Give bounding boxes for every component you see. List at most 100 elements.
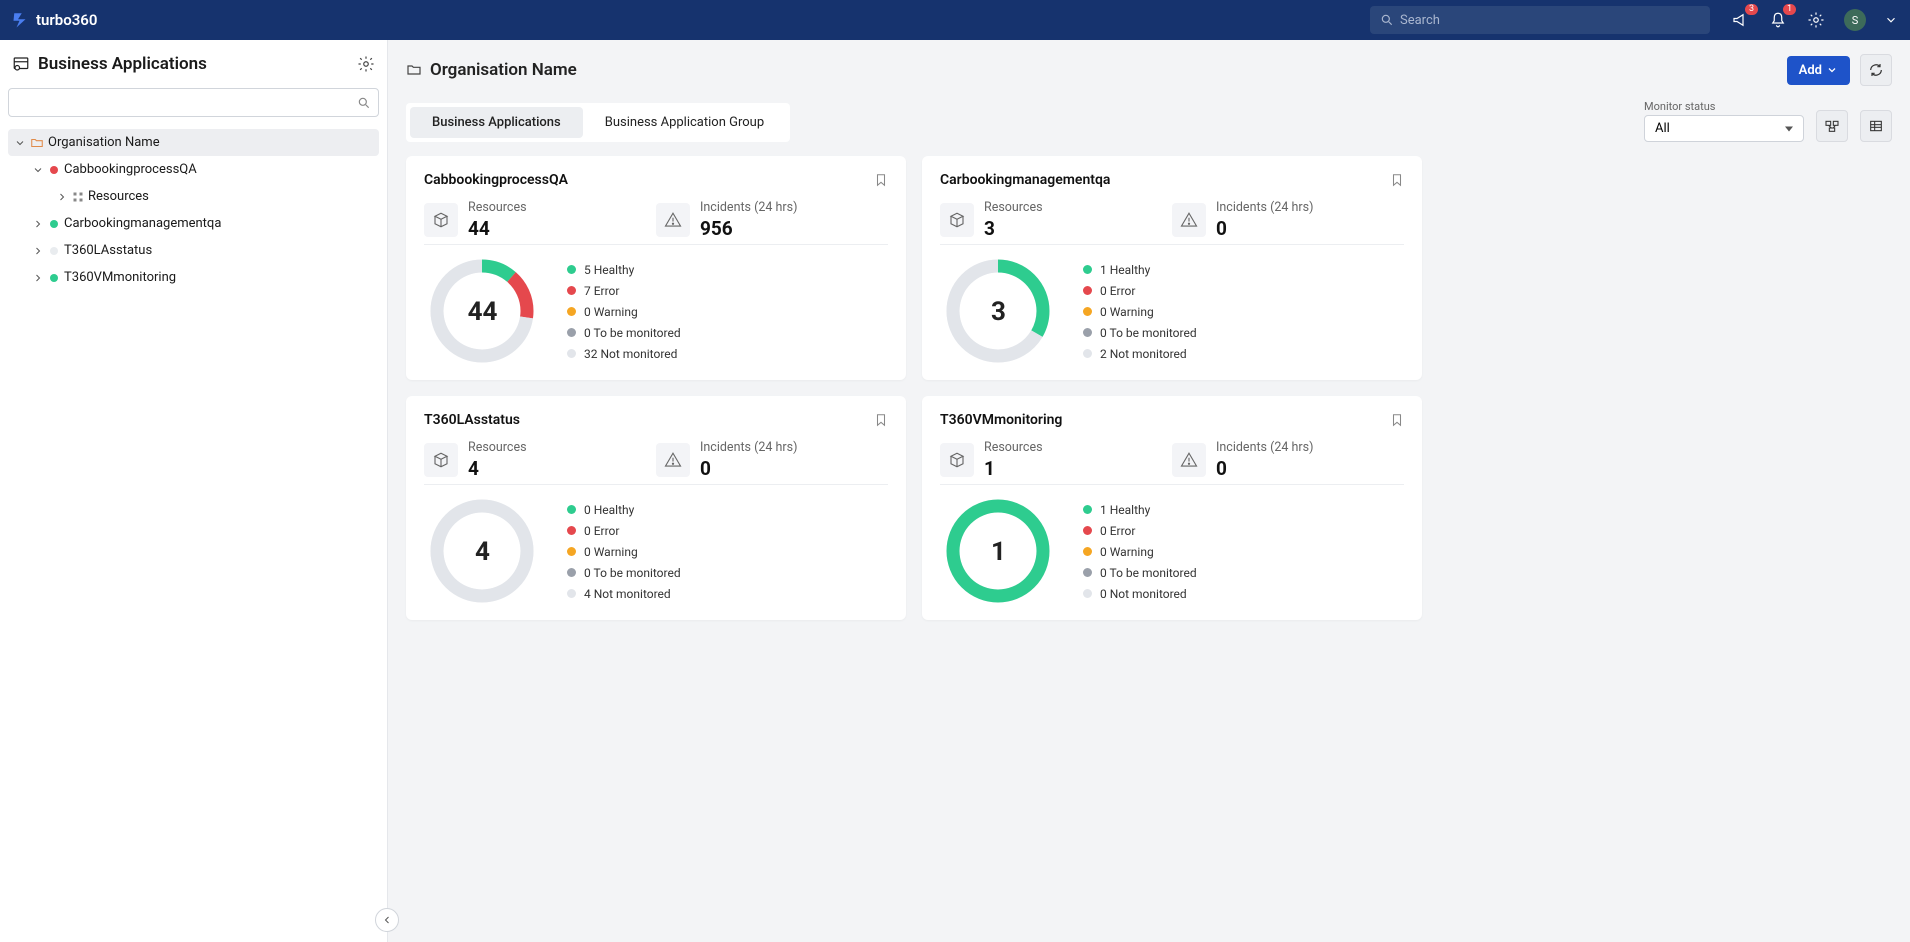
breadcrumb: Organisation Name xyxy=(406,60,577,80)
grid-icon xyxy=(72,191,84,203)
donut-total: 44 xyxy=(468,297,498,327)
tree-item[interactable]: CabbookingprocessQA xyxy=(8,156,379,183)
status-legend: 1 Healthy 0 Error 0 Warning 0 To be moni… xyxy=(1083,263,1197,361)
incidents-value: 0 xyxy=(700,457,797,480)
incidents-icon xyxy=(1172,203,1206,237)
folder-icon xyxy=(30,136,44,150)
tree-item-label: T360LAsstatus xyxy=(64,243,152,258)
search-input[interactable] xyxy=(1400,13,1700,28)
tree-item[interactable]: T360LAsstatus xyxy=(8,237,379,264)
brand-text: turbo360 xyxy=(36,11,97,29)
incidents-icon xyxy=(656,203,690,237)
resources-value: 44 xyxy=(468,217,527,240)
chevron-down-icon[interactable] xyxy=(1884,13,1898,27)
sidebar-search[interactable] xyxy=(8,88,379,117)
tree-item-label: T360VMmonitoring xyxy=(64,270,176,285)
map-view-button[interactable] xyxy=(1816,110,1848,142)
donut-total: 3 xyxy=(991,297,1006,327)
view-tabs: Business ApplicationsBusiness Applicatio… xyxy=(406,103,790,142)
chevron-right-icon xyxy=(56,191,68,203)
monitor-status-select[interactable]: All xyxy=(1644,115,1804,142)
incidents-icon xyxy=(1172,443,1206,477)
org-tree: Organisation Name CabbookingprocessQA Res… xyxy=(0,125,387,295)
tree-item[interactable]: Carbookingmanagementqa xyxy=(8,210,379,237)
list-icon xyxy=(1868,118,1884,134)
chevron-right-icon xyxy=(32,272,44,284)
sidebar-title-text: Business Applications xyxy=(38,54,207,74)
bookmark-icon[interactable] xyxy=(1390,412,1404,428)
chevron-down-icon xyxy=(1826,64,1838,76)
announcements-icon[interactable]: 3 xyxy=(1730,10,1750,30)
resources-value: 3 xyxy=(984,217,1043,240)
incidents-value: 0 xyxy=(1216,457,1313,480)
app-card[interactable]: T360VMmonitoring Resources1 Incidents (2… xyxy=(922,396,1422,620)
card-title: T360VMmonitoring xyxy=(940,412,1062,428)
chevron-down-icon xyxy=(14,137,26,149)
app-card[interactable]: T360LAsstatus Resources4 Incidents (24 h… xyxy=(406,396,906,620)
resources-icon xyxy=(424,443,458,477)
chevron-right-icon xyxy=(32,218,44,230)
status-dot xyxy=(50,274,58,282)
chevron-left-icon xyxy=(381,914,393,926)
announcement-badge: 3 xyxy=(1745,4,1758,15)
status-dot xyxy=(50,220,58,228)
app-header: turbo360 3 1 S xyxy=(0,0,1910,40)
refresh-button[interactable] xyxy=(1860,54,1892,86)
donut-total: 4 xyxy=(475,537,490,567)
bookmark-icon[interactable] xyxy=(1390,172,1404,188)
search-icon xyxy=(1380,13,1394,27)
map-icon xyxy=(1824,118,1840,134)
resources-value: 1 xyxy=(984,457,1043,480)
app-card[interactable]: Carbookingmanagementqa Resources 3 Incide… xyxy=(922,156,1422,380)
incidents-label: Incidents (24 hrs) xyxy=(1216,200,1313,215)
tree-root[interactable]: Organisation Name xyxy=(8,129,379,156)
tree-item-label: CabbookingprocessQA xyxy=(64,162,197,177)
tree-item-label: Carbookingmanagementqa xyxy=(64,216,221,231)
notifications-icon[interactable]: 1 xyxy=(1768,10,1788,30)
bookmark-icon[interactable] xyxy=(874,172,888,188)
resources-value: 4 xyxy=(468,457,527,480)
logo-icon xyxy=(12,11,30,29)
card-title: T360LAsstatus xyxy=(424,412,520,428)
card-title: Carbookingmanagementqa xyxy=(940,172,1110,188)
business-apps-icon xyxy=(12,55,30,73)
resources-icon xyxy=(940,443,974,477)
incidents-icon xyxy=(656,443,690,477)
bookmark-icon[interactable] xyxy=(874,412,888,428)
settings-icon[interactable] xyxy=(1806,10,1826,30)
tree-child-label: Resources xyxy=(88,189,149,204)
status-dot xyxy=(50,166,58,174)
incidents-value: 0 xyxy=(1216,217,1313,240)
page-title: Organisation Name xyxy=(430,60,577,80)
gear-icon[interactable] xyxy=(357,55,375,73)
tree-root-label: Organisation Name xyxy=(48,135,160,150)
brand-logo[interactable]: turbo360 xyxy=(12,11,97,29)
status-legend: 5 Healthy 7 Error 0 Warning 0 To be moni… xyxy=(567,263,681,361)
chevron-down-icon xyxy=(32,164,44,176)
resources-label: Resources xyxy=(984,200,1043,215)
status-legend: 0 Healthy 0 Error 0 Warning 0 To be moni… xyxy=(567,503,681,601)
tab[interactable]: Business Applications xyxy=(410,107,583,138)
list-view-button[interactable] xyxy=(1860,110,1892,142)
sidebar: Business Applications Organisation Name … xyxy=(0,40,388,942)
app-card[interactable]: CabbookingprocessQA Resources44 Incident… xyxy=(406,156,906,380)
status-legend: 1 Healthy 0 Error 0 Warning 0 To be moni… xyxy=(1083,503,1197,601)
refresh-icon xyxy=(1868,62,1884,78)
cards-grid: CabbookingprocessQA Resources44 Incident… xyxy=(406,156,1892,620)
global-search[interactable] xyxy=(1370,6,1710,34)
tree-child[interactable]: Resources xyxy=(8,183,379,210)
incidents-label: Incidents (24 hrs) xyxy=(700,200,797,215)
incidents-label: Incidents (24 hrs) xyxy=(1216,440,1313,455)
resources-icon xyxy=(424,203,458,237)
user-avatar[interactable]: S xyxy=(1844,9,1866,31)
status-dot xyxy=(50,247,58,255)
search-icon xyxy=(357,96,371,110)
tab[interactable]: Business Application Group xyxy=(583,107,786,138)
main-content: Organisation Name Add Business Applicati… xyxy=(388,40,1910,942)
donut-total: 1 xyxy=(991,537,1006,567)
collapse-sidebar-button[interactable] xyxy=(375,908,399,932)
resources-label: Resources xyxy=(468,440,527,455)
sidebar-search-input[interactable] xyxy=(8,88,379,117)
tree-item[interactable]: T360VMmonitoring xyxy=(8,264,379,291)
add-button[interactable]: Add xyxy=(1787,56,1850,85)
